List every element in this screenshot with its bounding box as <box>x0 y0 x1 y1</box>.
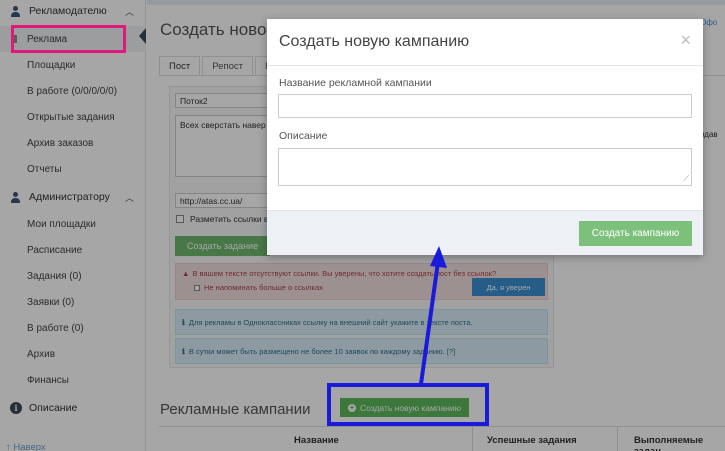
create-campaign-submit-button[interactable]: Создать кампанию <box>579 221 692 246</box>
close-icon[interactable]: × <box>680 30 691 51</box>
campaign-name-input[interactable] <box>278 94 692 118</box>
modal-footer: Создать кампанию <box>267 210 703 255</box>
modal-divider <box>267 65 703 66</box>
annotation-highlight-ads <box>11 25 126 53</box>
modal-title: Создать новую кампанию <box>279 33 470 50</box>
description-textarea[interactable]: ⟋ <box>278 148 692 186</box>
create-campaign-modal: Создать новую кампанию × Название реклам… <box>267 19 703 255</box>
annotation-highlight-create-button <box>327 383 489 426</box>
description-label: Описание <box>279 130 328 142</box>
resize-grip-icon[interactable]: ⟋ <box>683 175 689 183</box>
campaign-name-label: Название рекламной кампании <box>279 77 432 89</box>
